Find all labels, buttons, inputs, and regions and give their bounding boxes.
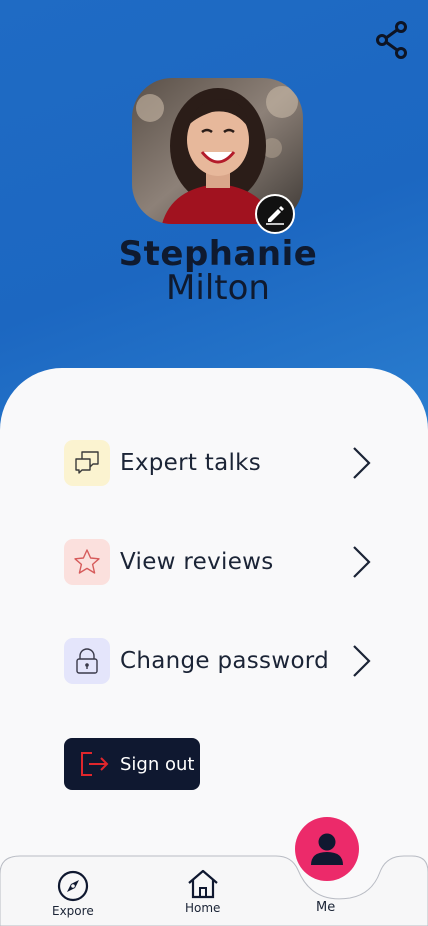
menu-item-label: Change password <box>120 648 330 674</box>
sign-out-label: Sign out <box>120 753 195 775</box>
lock-icon <box>76 648 98 674</box>
sign-out-button[interactable]: Sign out <box>64 738 200 790</box>
tab-home[interactable]: Home <box>185 869 220 915</box>
chevron-right-icon <box>353 645 371 677</box>
sign-out-icon <box>81 752 109 776</box>
chat-bubbles-icon <box>75 451 99 474</box>
compass-icon <box>57 870 88 902</box>
menu-item-expert-talks[interactable]: Expert talks <box>64 439 384 487</box>
tab-label: Home <box>185 901 221 915</box>
menu-item-change-password[interactable]: Change password <box>64 637 384 685</box>
chevron-right-icon <box>353 546 371 578</box>
tab-me[interactable]: Me <box>316 898 335 915</box>
user-icon <box>311 833 343 865</box>
change-password-icon-tile <box>64 638 110 684</box>
profile-last-name: Milton <box>166 268 270 308</box>
tab-me-active-button[interactable] <box>295 817 359 881</box>
share-button[interactable] <box>372 20 412 60</box>
star-icon <box>74 549 100 574</box>
pencil-icon <box>266 206 284 225</box>
menu-item-view-reviews[interactable]: View reviews <box>64 538 384 586</box>
tab-explore[interactable]: Expore <box>52 870 94 918</box>
view-reviews-icon-tile <box>64 539 110 585</box>
menu-item-label: View reviews <box>120 549 274 575</box>
tab-label: Me <box>316 900 336 915</box>
menu-item-label: Expert talks <box>120 450 262 476</box>
share-icon <box>376 21 407 59</box>
expert-talks-icon-tile <box>64 440 110 486</box>
edit-avatar-button[interactable] <box>255 194 295 234</box>
home-icon <box>188 869 218 899</box>
chevron-right-icon <box>353 447 371 479</box>
tab-label: Expore <box>52 904 94 918</box>
